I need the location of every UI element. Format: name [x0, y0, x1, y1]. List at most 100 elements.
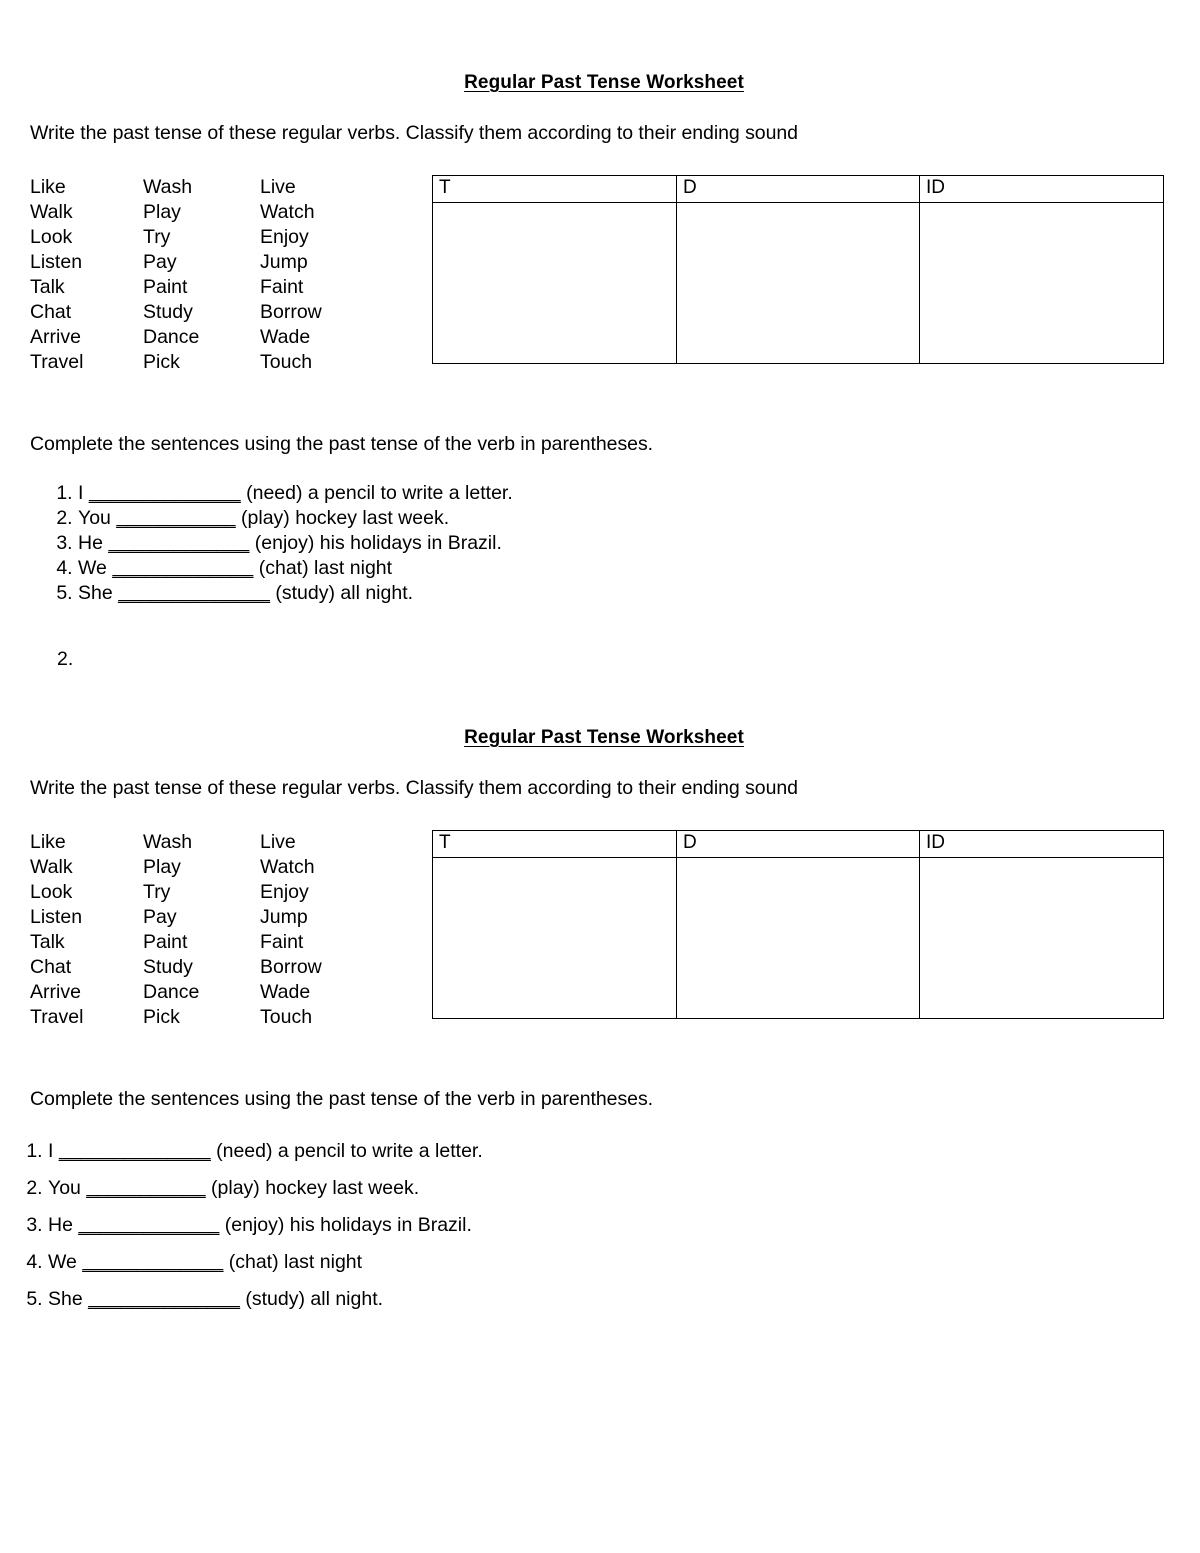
sentence-before: She	[78, 582, 119, 604]
list-item: We _____________ (chat) last night	[48, 1244, 1200, 1281]
verb-item: Talk	[30, 276, 65, 298]
list-item: We _____________ (chat) last night	[78, 556, 1200, 581]
sentence-after: (study) all night.	[239, 1288, 384, 1310]
sentence-before: You	[78, 507, 117, 529]
verbs-instruction: Write the past tense of these regular ve…	[30, 122, 798, 144]
verb-item: Enjoy	[260, 226, 309, 248]
answer-blank[interactable]: _____________	[108, 532, 249, 554]
sentence-list: I ______________ (need) a pencil to writ…	[0, 481, 1200, 606]
sentence-before: You	[48, 1177, 87, 1199]
answer-blank[interactable]: ______________	[89, 482, 241, 504]
table-cell-t[interactable]	[432, 857, 677, 1019]
verb-item: Watch	[260, 856, 315, 878]
verb-column-2: Wash Play Try Pay Paint Study Dance Pick	[143, 830, 260, 1030]
verb-item: Listen	[30, 251, 83, 273]
verb-item: Watch	[260, 201, 315, 223]
table-header-id: ID	[919, 175, 1164, 203]
table-header-t: T	[432, 175, 677, 203]
classification-table: T D ID	[432, 175, 1164, 364]
answer-blank[interactable]: _____________	[82, 1251, 223, 1273]
verb-item: Study	[143, 956, 193, 978]
verb-item: Arrive	[30, 326, 81, 348]
verb-item: Jump	[260, 251, 308, 273]
sentence-after: (study) all night.	[269, 582, 414, 604]
sentence-before: I	[48, 1140, 59, 1162]
page-title: Regular Past Tense Worksheet	[0, 727, 1200, 749]
verb-item: Touch	[260, 1006, 313, 1028]
sentence-before: We	[48, 1251, 83, 1273]
verb-column-3: Live Watch Enjoy Jump Faint Borrow Wade …	[260, 175, 380, 375]
worksheet-page: Regular Past Tense Worksheet Write the p…	[0, 0, 1200, 1553]
verb-item: Talk	[30, 931, 65, 953]
sentence-before: She	[48, 1288, 89, 1310]
list-item: She ______________ (study) all night.	[48, 1281, 1200, 1318]
table-header-id: ID	[919, 830, 1164, 858]
verb-item: Paint	[143, 931, 188, 953]
answer-blank[interactable]: ___________	[116, 507, 235, 529]
verb-item: Pick	[143, 351, 180, 373]
verb-item: Chat	[30, 956, 72, 978]
verb-item: Play	[143, 201, 181, 223]
verb-item: Play	[143, 856, 181, 878]
verb-item: Wash	[143, 831, 193, 853]
verb-column-1: Like Walk Look Listen Talk Chat Arrive T…	[30, 175, 143, 375]
table-cell-id[interactable]	[919, 857, 1164, 1019]
verb-item: Try	[143, 226, 171, 248]
sentence-after: (need) a pencil to write a letter.	[240, 482, 513, 504]
verb-item: Dance	[143, 981, 200, 1003]
sentence-before: He	[48, 1214, 79, 1236]
table-cell-t[interactable]	[432, 202, 677, 364]
verb-column-1: Like Walk Look Listen Talk Chat Arrive T…	[30, 830, 143, 1030]
verb-item: Pay	[143, 251, 177, 273]
verb-item: Look	[30, 226, 73, 248]
verb-item: Faint	[260, 276, 304, 298]
answer-blank[interactable]: ______________	[88, 1288, 240, 1310]
verbs-instruction: Write the past tense of these regular ve…	[30, 777, 798, 799]
answer-blank[interactable]: _____________	[78, 1214, 219, 1236]
classification-table: T D ID	[432, 830, 1164, 1019]
verb-item: Borrow	[260, 956, 322, 978]
verb-item: Wash	[143, 176, 193, 198]
list-item: I ______________ (need) a pencil to writ…	[48, 1133, 1200, 1170]
verb-list: Like Walk Look Listen Talk Chat Arrive T…	[30, 175, 380, 375]
table-header-d: D	[676, 830, 920, 858]
verb-item: Pick	[143, 1006, 180, 1028]
verbs-and-table-band: Like Walk Look Listen Talk Chat Arrive T…	[0, 830, 1200, 1042]
page-title: Regular Past Tense Worksheet	[0, 72, 1200, 94]
sentence-before: We	[78, 557, 113, 579]
answer-blank[interactable]: ______________	[118, 582, 270, 604]
sentence-after: (enjoy) his holidays in Brazil.	[249, 532, 502, 554]
table-cell-id[interactable]	[919, 202, 1164, 364]
verb-item: Chat	[30, 301, 72, 323]
verb-item: Like	[30, 831, 66, 853]
verb-item: Live	[260, 831, 296, 853]
verb-item: Pay	[143, 906, 177, 928]
verb-column-3: Live Watch Enjoy Jump Faint Borrow Wade …	[260, 830, 380, 1030]
list-item: He _____________ (enjoy) his holidays in…	[78, 531, 1200, 556]
verb-item: Faint	[260, 931, 304, 953]
verb-item: Arrive	[30, 981, 81, 1003]
verb-item: Paint	[143, 276, 188, 298]
table-header-t: T	[432, 830, 677, 858]
table-header-row: T D ID	[432, 175, 1164, 203]
table-row	[432, 202, 1164, 364]
answer-blank[interactable]: ______________	[59, 1140, 211, 1162]
verb-item: Wade	[260, 981, 311, 1003]
answer-blank[interactable]: _____________	[112, 557, 253, 579]
list-item: You ___________ (play) hockey last week.	[78, 506, 1200, 531]
answer-blank[interactable]: ___________	[86, 1177, 205, 1199]
verb-item: Listen	[30, 906, 83, 928]
list-item: You ___________ (play) hockey last week.	[48, 1170, 1200, 1207]
list-item: She ______________ (study) all night.	[78, 581, 1200, 606]
verb-item: Travel	[30, 1006, 84, 1028]
sentence-after: (need) a pencil to write a letter.	[210, 1140, 483, 1162]
verb-item: Borrow	[260, 301, 322, 323]
sentence-before: I	[78, 482, 89, 504]
table-cell-d[interactable]	[676, 202, 920, 364]
verb-item: Study	[143, 301, 193, 323]
table-cell-d[interactable]	[676, 857, 920, 1019]
sentence-after: (play) hockey last week.	[235, 507, 450, 529]
list-item: He _____________ (enjoy) his holidays in…	[48, 1207, 1200, 1244]
verb-item: Touch	[260, 351, 313, 373]
sentence-after: (enjoy) his holidays in Brazil.	[219, 1214, 472, 1236]
